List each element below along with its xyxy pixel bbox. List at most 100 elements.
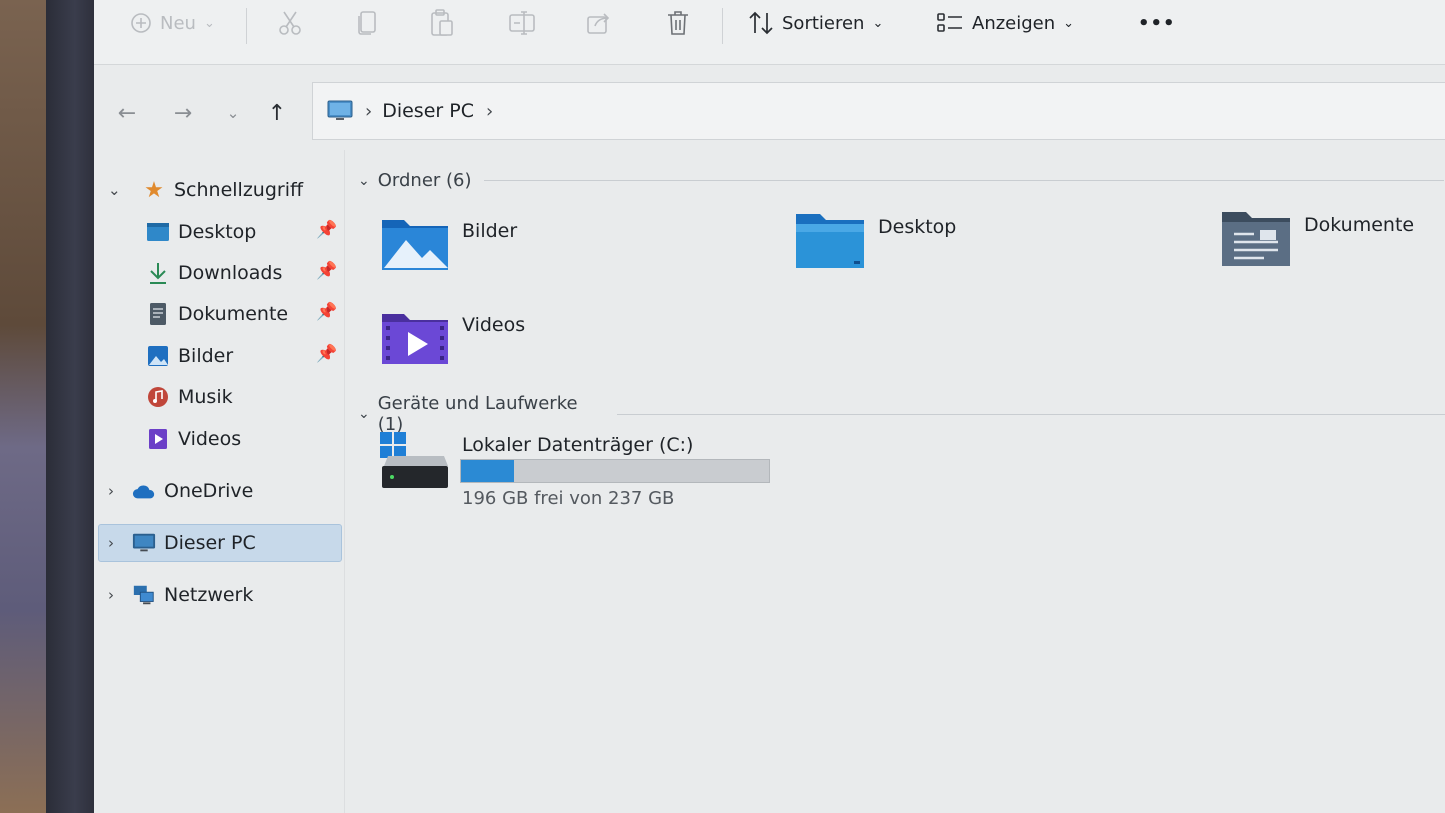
- music-icon: [146, 385, 170, 409]
- folder-label: Bilder: [462, 220, 518, 242]
- new-button-label: Neu: [160, 12, 196, 34]
- pin-icon[interactable]: 📌: [316, 261, 337, 281]
- file-explorer-window: Neu ⌄ Sortieren ⌄ Anzeigen ⌄ ••• ← → ⌄ ↑…: [94, 0, 1445, 813]
- drive-usage-fill: [461, 460, 515, 482]
- sidebar-item-label: Dokumente: [178, 303, 289, 325]
- sidebar-item-quick-access[interactable]: ⌄ ★ Schnellzugriff: [108, 172, 304, 208]
- chevron-down-icon: ⌄: [203, 15, 215, 31]
- copy-icon: [358, 11, 376, 35]
- recent-locations-button[interactable]: ⌄: [218, 98, 248, 128]
- toolbar-divider: [246, 8, 247, 44]
- share-icon: [587, 13, 610, 34]
- cloud-icon: [132, 479, 156, 503]
- sidebar-item-this-pc[interactable]: › Dieser PC: [108, 525, 256, 561]
- forward-button[interactable]: →: [168, 98, 198, 128]
- sort-button[interactable]: Sortieren ⌄: [748, 8, 883, 38]
- pictures-folder-icon: [382, 220, 448, 270]
- sort-icon: [749, 11, 773, 35]
- hard-drive-icon: [380, 432, 448, 488]
- folder-pictures[interactable]: Bilder: [380, 214, 517, 272]
- group-divider: [617, 413, 1445, 415]
- sidebar-item-label: Desktop: [178, 221, 257, 243]
- address-bar[interactable]: › Dieser PC ›: [312, 82, 1445, 140]
- rename-button[interactable]: [508, 8, 536, 38]
- documents-folder-icon: [1222, 212, 1290, 266]
- back-button[interactable]: ←: [112, 98, 142, 128]
- group-divider: [483, 180, 1444, 181]
- sidebar-item-label: Downloads: [178, 262, 283, 284]
- sidebar-item-documents[interactable]: Dokumente: [146, 296, 288, 332]
- computer-icon: [132, 531, 156, 555]
- trash-icon: [668, 11, 688, 35]
- sidebar-item-label: Schnellzugriff: [174, 179, 304, 201]
- pin-icon[interactable]: 📌: [316, 344, 337, 364]
- sidebar-item-label: Bilder: [178, 345, 234, 367]
- folder-documents[interactable]: Dokumente: [1220, 208, 1414, 268]
- scissors-icon: [279, 11, 301, 35]
- star-icon: ★: [144, 177, 164, 203]
- sidebar-item-label: OneDrive: [164, 480, 254, 502]
- download-icon: [146, 261, 170, 285]
- sidebar-item-pictures[interactable]: Bilder: [146, 338, 233, 374]
- pictures-icon: [146, 344, 170, 368]
- breadcrumb-separator: ›: [485, 100, 494, 122]
- folder-label: Videos: [462, 314, 526, 336]
- breadcrumb-this-pc[interactable]: Dieser PC: [382, 100, 474, 122]
- drives-group-header[interactable]: ⌄ Geräte und Laufwerke (1): [358, 393, 1445, 435]
- new-button[interactable]: Neu ⌄: [130, 8, 215, 38]
- chevron-down-icon: ⌄: [358, 172, 370, 189]
- delete-button[interactable]: [666, 8, 690, 38]
- sidebar-item-videos[interactable]: Videos: [146, 421, 241, 457]
- desktop-folder-icon: [796, 214, 864, 268]
- network-icon: [132, 583, 156, 607]
- paste-button[interactable]: [430, 8, 454, 38]
- view-button-label: Anzeigen: [972, 12, 1056, 34]
- navigation-pane: ⌄ ★ Schnellzugriff Desktop 📌 Downloads 📌…: [94, 150, 345, 813]
- breadcrumb-separator: ›: [365, 100, 373, 122]
- folder-label: Desktop: [878, 216, 957, 238]
- videos-folder-icon: [382, 314, 448, 364]
- document-icon: [146, 302, 170, 326]
- desktop-icon: [146, 220, 170, 244]
- more-options-button[interactable]: •••: [1138, 8, 1176, 38]
- rename-icon: [509, 11, 535, 35]
- chevron-down-icon: ⌄: [872, 15, 884, 31]
- sidebar-item-downloads[interactable]: Downloads: [146, 255, 282, 291]
- view-list-icon: [937, 13, 962, 32]
- sidebar-item-network[interactable]: › Netzwerk: [108, 577, 253, 613]
- copy-button[interactable]: [356, 8, 378, 38]
- arrow-right-icon: →: [173, 100, 193, 126]
- chevron-down-icon: ⌄: [358, 406, 370, 422]
- share-button[interactable]: [586, 8, 612, 38]
- group-title: Ordner (6): [377, 170, 472, 191]
- more-options-icon: •••: [1138, 12, 1176, 34]
- chevron-right-icon: ›: [108, 534, 114, 552]
- toolbar-divider: [722, 8, 723, 44]
- computer-icon: [327, 100, 353, 120]
- folder-desktop[interactable]: Desktop: [794, 210, 956, 270]
- pin-icon[interactable]: 📌: [316, 220, 337, 240]
- sidebar-item-label: Videos: [178, 428, 242, 450]
- sidebar-item-onedrive[interactable]: › OneDrive: [108, 473, 254, 509]
- sidebar-item-desktop[interactable]: Desktop: [146, 214, 256, 250]
- sort-button-label: Sortieren: [782, 12, 865, 34]
- view-button[interactable]: Anzeigen ⌄: [936, 8, 1074, 38]
- chevron-down-icon: ⌄: [108, 181, 121, 199]
- folders-group-header[interactable]: ⌄ Ordner (6): [358, 170, 1444, 191]
- arrow-up-icon: ↑: [267, 100, 287, 126]
- group-title: Geräte und Laufwerke (1): [377, 393, 578, 435]
- sidebar-item-label: Dieser PC: [164, 532, 256, 554]
- command-bar: Neu ⌄ Sortieren ⌄ Anzeigen ⌄ •••: [94, 0, 1445, 65]
- up-button[interactable]: ↑: [262, 98, 292, 128]
- folder-label: Dokumente: [1304, 214, 1415, 236]
- desk-background: [0, 0, 48, 813]
- drive-free-space: 196 GB frei von 237 GB: [462, 488, 675, 509]
- sidebar-item-music[interactable]: Musik: [146, 379, 233, 415]
- drive-local-c[interactable]: Lokaler Datenträger (C:) 196 GB frei von…: [380, 430, 770, 509]
- folder-videos[interactable]: Videos: [380, 308, 525, 366]
- chevron-down-icon: ⌄: [226, 104, 240, 122]
- pin-icon[interactable]: 📌: [316, 302, 337, 322]
- content-pane: ⌄ Ordner (6) Bilder Desktop Dokumente Vi…: [344, 150, 1445, 813]
- cut-button[interactable]: [278, 8, 302, 38]
- plus-circle-icon: [131, 13, 151, 33]
